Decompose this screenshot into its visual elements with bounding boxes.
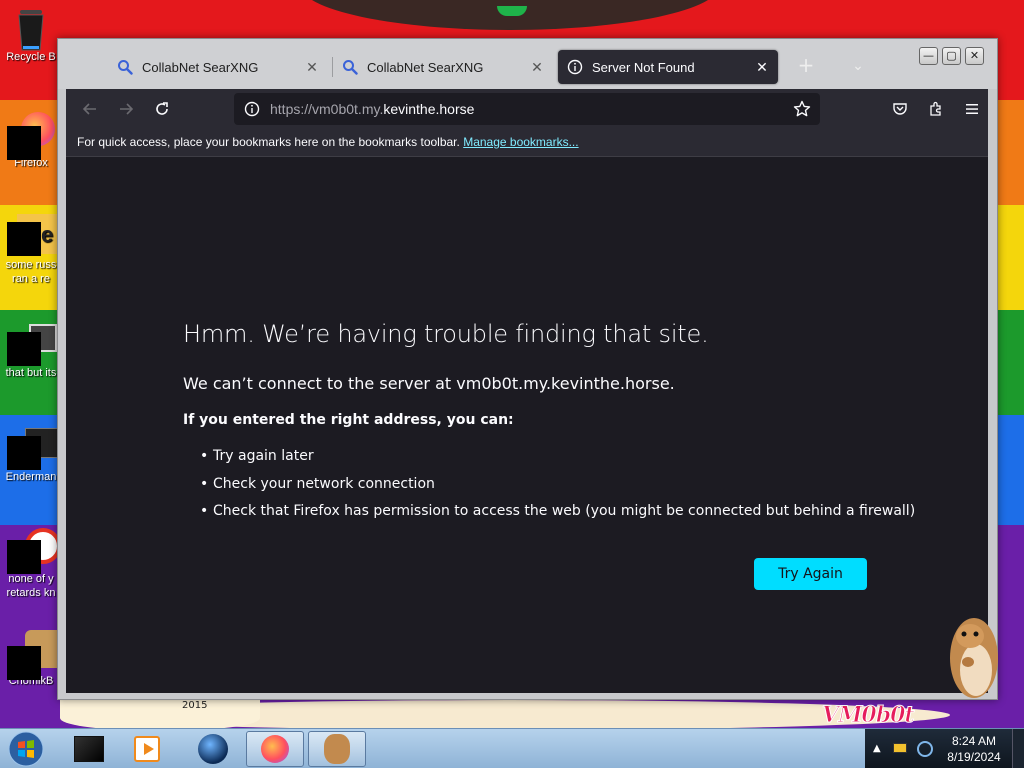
wallpaper-cream-shape-left [60, 700, 260, 730]
chevron-down-icon[interactable]: ⌄ [845, 53, 871, 79]
close-tab-icon[interactable]: ✕ [304, 59, 320, 75]
try-again-button[interactable]: Try Again [754, 558, 867, 590]
close-tab-icon[interactable]: ✕ [529, 59, 545, 75]
wallpaper-year-label: 2015 [182, 700, 208, 711]
hamster-sticker-image [940, 610, 1002, 706]
bookmark-star-icon[interactable] [790, 97, 814, 121]
pocket-icon[interactable] [886, 95, 914, 123]
minimize-button[interactable]: — [919, 47, 938, 65]
search-icon [116, 58, 134, 76]
hamburger-menu-icon[interactable] [958, 95, 986, 123]
desktop-icon-label: that but its [5, 367, 57, 379]
desktop-icon-recycle-bin[interactable]: Recycle B [0, 6, 62, 64]
extensions-puzzle-icon[interactable] [922, 95, 950, 123]
desktop-icon-label: Enderman [5, 471, 57, 483]
recycle-bin-icon [11, 6, 51, 51]
url-prefix: https://vm0b0t.my. [270, 101, 384, 117]
globe-icon [198, 734, 228, 764]
tab-collabnet-searxng-1[interactable]: CollabNet SearXNG ✕ [108, 50, 328, 84]
hamster-icon [324, 734, 350, 764]
desktop-icon-label: none of y [8, 573, 54, 585]
start-button[interactable] [4, 730, 48, 768]
show-desktop-button[interactable] [1012, 729, 1024, 768]
url-domain: kevinthe.horse [383, 101, 475, 117]
list-item: Check your network connection [183, 474, 915, 502]
reload-icon[interactable] [148, 95, 176, 123]
desktop-icon-label-line2: ran a re [12, 273, 50, 285]
clock-date[interactable]: 8/19/2024 [945, 750, 1003, 764]
tab-label: Server Not Found [592, 59, 695, 75]
desktop-icon-label-line2: retards kn [6, 587, 56, 599]
desktop-icon-label: some russ [5, 259, 57, 271]
desktop-icon-enderman[interactable]: Enderman [0, 426, 62, 484]
search-icon [341, 58, 359, 76]
url-bar[interactable]: https://vm0b0t.my.kevinthe.horse [234, 93, 820, 125]
info-icon [566, 58, 584, 76]
media-icon [7, 528, 61, 574]
navigation-toolbar: https://vm0b0t.my.kevinthe.horse [66, 89, 988, 129]
tab-bar: CollabNet SearXNG ✕ CollabNet SearXNG ✕ … [58, 39, 997, 89]
taskbar-terminal-app[interactable] [60, 731, 118, 767]
manage-bookmarks-link[interactable]: Manage bookmarks... [463, 135, 578, 149]
bookmarks-toolbar-message: For quick access, place your bookmarks h… [77, 135, 460, 149]
document-icon: e [7, 214, 57, 256]
error-title: Hmm. We’re having trouble finding that s… [183, 320, 709, 348]
error-suggestions-list: Try again later Check your network conne… [183, 446, 915, 529]
firefox-icon [7, 112, 55, 160]
action-center-flag-icon[interactable] [893, 743, 907, 753]
tab-label: CollabNet SearXNG [142, 59, 259, 75]
firefox-icon [261, 735, 289, 763]
application-icon [7, 426, 59, 470]
wallpaper-vm0b0t-text: VM0b0t [822, 702, 916, 729]
show-hidden-icons-arrow-icon[interactable]: ▲ [873, 743, 881, 754]
maximize-button[interactable]: ▢ [942, 47, 961, 65]
taskbar-firefox-app[interactable] [246, 731, 304, 767]
error-page-content: Hmm. We’re having trouble finding that s… [66, 157, 988, 693]
terminal-icon [74, 736, 104, 762]
taskbar-hamster-app[interactable] [308, 731, 366, 767]
new-tab-plus-icon[interactable]: + [793, 53, 819, 79]
desktop-icon-some-russ[interactable]: e some russ ran a re [0, 214, 62, 286]
tab-collabnet-searxng-2[interactable]: CollabNet SearXNG ✕ [333, 50, 553, 84]
desktop-icon-that-but-its[interactable]: that but its [0, 322, 62, 380]
url-text[interactable]: https://vm0b0t.my.kevinthe.horse [270, 101, 474, 117]
close-tab-icon[interactable]: ✕ [754, 59, 770, 75]
forward-arrow-icon[interactable] [112, 95, 140, 123]
shortcut-icon [7, 322, 57, 366]
clock-time[interactable]: 8:24 AM [950, 734, 998, 748]
list-item: Try again later [183, 446, 915, 474]
firefox-window: CollabNet SearXNG ✕ CollabNet SearXNG ✕ … [57, 38, 998, 700]
desktop-icon-firefox[interactable]: Firefox [0, 112, 62, 170]
bookmarks-toolbar: For quick access, place your bookmarks h… [66, 129, 988, 157]
close-window-button[interactable]: ✕ [965, 47, 984, 65]
desktop-icon-none-of-y[interactable]: none of y retards kn [0, 528, 62, 600]
taskbar-globe-app[interactable] [184, 731, 242, 767]
taskbar: ▲ 8:24 AM 8/19/2024 [0, 728, 1024, 768]
back-arrow-icon[interactable] [76, 95, 104, 123]
error-hint: If you entered the right address, you ca… [183, 412, 514, 428]
tab-server-not-found[interactable]: Server Not Found ✕ [558, 50, 778, 84]
site-info-icon[interactable] [240, 97, 264, 121]
hamster-image-icon [7, 630, 65, 680]
list-item: Check that Firefox has permission to acc… [183, 501, 915, 529]
error-description: We can’t connect to the server at vm0b0t… [183, 374, 675, 393]
tab-label: CollabNet SearXNG [367, 59, 484, 75]
taskbar-media-player-app[interactable] [118, 731, 176, 767]
media-player-icon [134, 736, 160, 762]
network-icon[interactable] [917, 741, 933, 757]
desktop-icon-chomik[interactable]: ChomikB [0, 630, 65, 688]
